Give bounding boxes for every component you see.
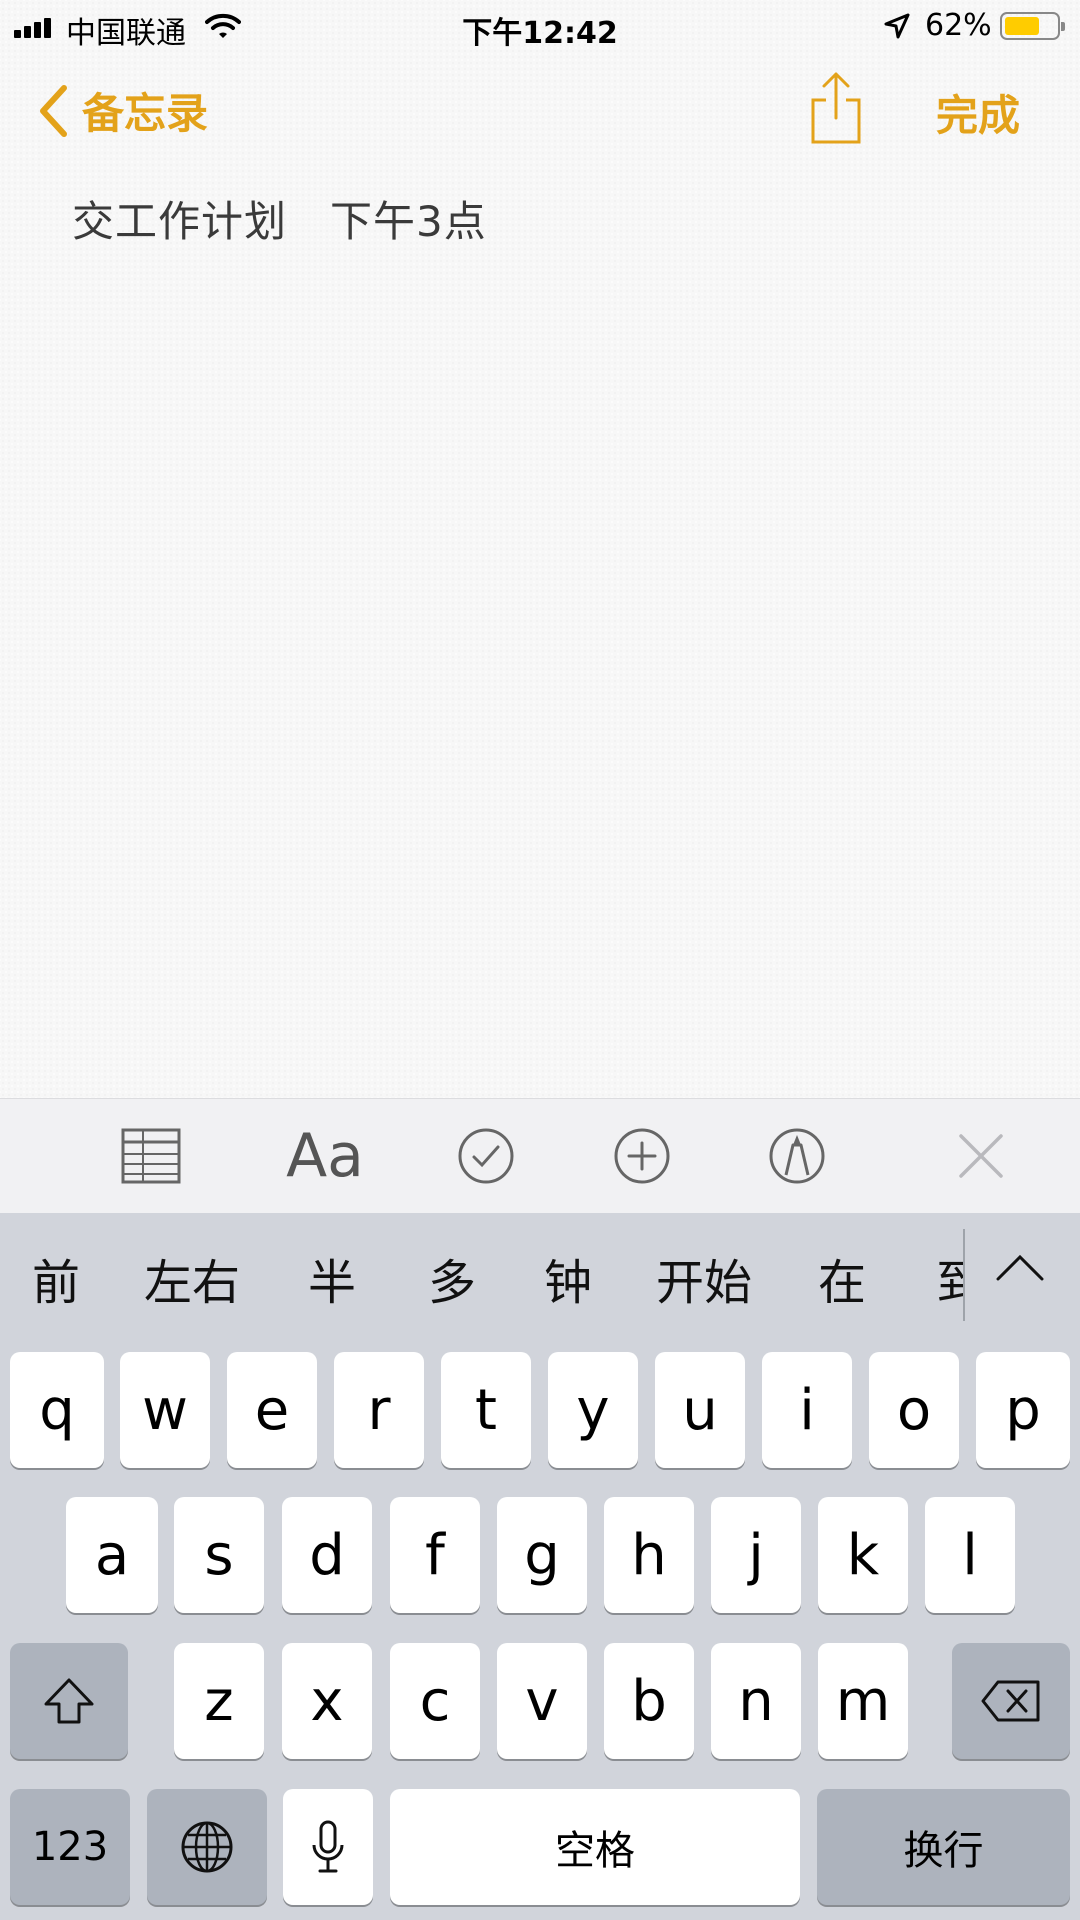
numbers-key-label: 123 (31, 1824, 109, 1870)
markup-button[interactable] (767, 1121, 827, 1191)
candidate-bar: 前 左右 半 多 钟 开始 在 到 (0, 1213, 1080, 1343)
format-toolbar: Aa (0, 1098, 1080, 1214)
checklist-icon (458, 1128, 514, 1184)
candidate-item[interactable]: 多 (428, 1243, 476, 1313)
key[interactable]: e (227, 1352, 317, 1468)
return-key[interactable]: 换行 (817, 1789, 1070, 1905)
add-attachment-button[interactable] (612, 1121, 672, 1191)
close-icon (959, 1134, 1003, 1178)
location-icon (884, 13, 910, 39)
space-key-label: 空格 (555, 1828, 635, 1874)
done-button[interactable]: 完成 (936, 82, 1020, 143)
key[interactable]: h (604, 1497, 694, 1613)
chevron-up-icon[interactable] (994, 1251, 1046, 1283)
battery-percent: 62% (925, 8, 992, 43)
back-button[interactable]: 备忘录 (38, 80, 208, 141)
globe-icon (181, 1821, 233, 1873)
backspace-key[interactable] (952, 1643, 1070, 1759)
key[interactable]: f (390, 1497, 480, 1613)
close-toolbar-button[interactable] (955, 1121, 1007, 1191)
candidate-divider (963, 1229, 965, 1321)
dictation-key[interactable] (283, 1789, 373, 1905)
key[interactable]: k (818, 1497, 908, 1613)
back-label: 备忘录 (82, 89, 209, 138)
key[interactable]: l (925, 1497, 1015, 1613)
table-icon (121, 1128, 181, 1184)
key[interactable]: b (604, 1643, 694, 1759)
key[interactable]: g (497, 1497, 587, 1613)
candidate-item[interactable]: 到 (936, 1243, 963, 1313)
keyboard: 前 左右 半 多 钟 开始 在 到 q w e r t y u i o p a … (0, 1213, 1080, 1920)
status-bar: 中国联通 下午12:42 62% (0, 0, 1080, 56)
backspace-icon (981, 1680, 1040, 1722)
note-content[interactable]: 交工作计划 下午3点 (72, 188, 487, 249)
microphone-icon (312, 1820, 344, 1873)
numbers-key[interactable]: 123 (10, 1789, 130, 1905)
key[interactable]: x (282, 1643, 372, 1759)
markup-icon (769, 1128, 825, 1184)
candidate-item[interactable]: 在 (818, 1243, 866, 1313)
chevron-left-icon (40, 84, 67, 137)
key[interactable]: j (711, 1497, 801, 1613)
return-key-label: 换行 (903, 1828, 984, 1874)
space-key[interactable]: 空格 (390, 1789, 800, 1905)
share-icon[interactable] (810, 70, 862, 144)
key[interactable]: c (390, 1643, 480, 1759)
globe-key[interactable] (147, 1789, 267, 1905)
key[interactable]: z (174, 1643, 264, 1759)
note-background (0, 0, 1080, 1098)
table-button[interactable] (118, 1121, 184, 1191)
format-text-button[interactable]: Aa (285, 1121, 365, 1191)
candidate-item[interactable]: 钟 (544, 1243, 592, 1313)
key[interactable]: w (120, 1352, 210, 1468)
key[interactable]: y (548, 1352, 638, 1468)
key[interactable]: a (66, 1497, 158, 1613)
nav-bar: 备忘录 完成 (0, 60, 1080, 160)
shift-icon (44, 1678, 94, 1724)
key[interactable]: d (282, 1497, 372, 1613)
candidate-item[interactable]: 开始 (656, 1243, 752, 1313)
key[interactable]: p (976, 1352, 1070, 1468)
add-icon (614, 1128, 670, 1184)
candidate-item[interactable]: 前 (32, 1243, 80, 1313)
status-time: 下午12:42 (462, 16, 618, 51)
key[interactable]: u (655, 1352, 745, 1468)
checklist-button[interactable] (456, 1121, 516, 1191)
key[interactable]: s (174, 1497, 264, 1613)
shift-key[interactable] (10, 1643, 128, 1759)
key[interactable]: t (441, 1352, 531, 1468)
key[interactable]: q (10, 1352, 104, 1468)
key[interactable]: o (869, 1352, 959, 1468)
battery-icon (1000, 12, 1065, 40)
key[interactable]: r (334, 1352, 424, 1468)
key[interactable]: i (762, 1352, 852, 1468)
candidate-item[interactable]: 半 (308, 1243, 356, 1313)
key[interactable]: m (818, 1643, 908, 1759)
key[interactable]: v (497, 1643, 587, 1759)
candidate-item[interactable]: 左右 (144, 1243, 240, 1313)
key[interactable]: n (711, 1643, 801, 1759)
